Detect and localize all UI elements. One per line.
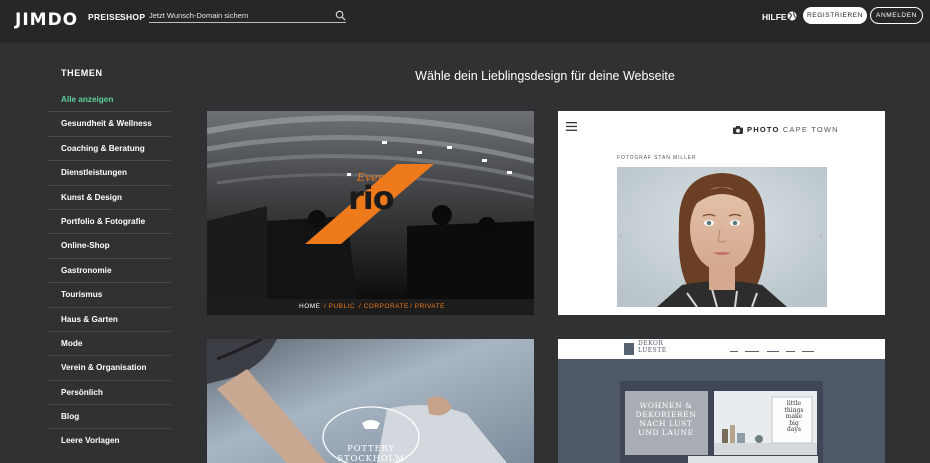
dekor-hero-line: NACH LUST <box>639 419 693 428</box>
category-item[interactable]: Gesundheit & Wellness <box>48 112 171 137</box>
frame-text-line: days <box>787 426 801 434</box>
category-item-all[interactable]: Alle anzeigen <box>48 88 171 113</box>
portrait-photo <box>617 167 827 307</box>
rio-nav-private: / PRIVATE <box>410 303 445 310</box>
dekor-hero-line: UND LAUNE <box>638 428 694 437</box>
pottery-brand: POTTERY STOCKHOLM <box>337 444 405 463</box>
jimdo-logo[interactable]: JIMDO <box>15 10 78 30</box>
dekor-menu-item <box>745 351 759 352</box>
category-item[interactable]: Gastronomie <box>48 259 171 284</box>
nav-link-preise[interactable]: PREISE <box>88 12 121 22</box>
domain-search-input[interactable] <box>149 9 329 22</box>
category-item[interactable]: Leere Vorlagen <box>48 429 171 453</box>
dekor-logo-icon <box>624 343 634 355</box>
top-navigation-bar: JIMDO PREISE SHOP HILFE REGISTRIEREN ANM… <box>0 0 930 43</box>
search-icon[interactable] <box>335 10 346 21</box>
help-link[interactable]: HILFE <box>762 12 787 22</box>
category-item[interactable]: Coaching & Beratung <box>48 137 171 162</box>
category-item[interactable]: Portfolio & Fotografie <box>48 210 171 235</box>
category-item[interactable]: Mode <box>48 332 171 357</box>
carousel-next-icon[interactable]: › <box>820 234 822 240</box>
rio-nav-home: HOME <box>299 303 321 310</box>
dekor-logo-line2: LUESTE <box>638 346 667 354</box>
category-item[interactable]: Persönlich <box>48 381 171 406</box>
page-title: Wähle dein Lieblingsdesign für deine Web… <box>415 69 675 83</box>
capetown-brand: PHOTO CAPE TOWN <box>747 125 839 134</box>
domain-search <box>149 9 346 23</box>
category-item[interactable]: Kunst & Design <box>48 186 171 210</box>
globe-icon[interactable] <box>787 11 797 21</box>
carousel-prev-icon[interactable]: ‹ <box>620 234 622 240</box>
login-button[interactable]: ANMELDEN <box>870 7 923 24</box>
dekor-header: DEKOR LUESTE <box>558 339 885 359</box>
category-item[interactable]: Tourismus <box>48 283 171 308</box>
category-item[interactable]: Blog <box>48 405 171 430</box>
rio-nav-corporate: / CORPORATE <box>359 303 409 310</box>
dekor-hero-text: WOHNEN & DEKORIEREN NACH LUST UND LAUNE <box>626 401 706 437</box>
dekor-menu-item <box>730 351 738 352</box>
camera-icon <box>733 126 743 134</box>
category-item[interactable]: Online-Shop <box>48 234 171 259</box>
dekor-logo: DEKOR LUESTE <box>638 340 667 354</box>
category-item[interactable]: Haus & Garten <box>48 308 171 332</box>
rio-template-nav: HOME / PUBLIC / CORPORATE / PRIVATE <box>207 299 534 315</box>
template-card-rio[interactable]: Events rio HOME / PUBLIC / CORPORATE / P… <box>207 111 534 315</box>
dekor-menu-item <box>802 351 814 352</box>
dekor-frame-text: little things make big days <box>775 400 813 434</box>
sidebar-title: THEMEN <box>61 68 103 78</box>
dekor-hero-line: DEKORIEREN <box>635 410 697 419</box>
rio-logo: rio <box>348 179 395 217</box>
hamburger-menu-icon <box>566 122 577 131</box>
dekor-hero-line: WOHNEN & <box>639 401 693 410</box>
dekor-content-strip <box>688 456 818 463</box>
category-item[interactable]: Dienstleistungen <box>48 161 171 186</box>
dekor-menu-item <box>767 351 779 352</box>
rio-nav-public: / PUBLIC <box>324 303 356 310</box>
template-card-dekor[interactable]: DEKOR LUESTE WOHNEN & DEKORIEREN NACH LU… <box>558 339 885 463</box>
capetown-brand-light: CAPE TOWN <box>782 125 839 134</box>
dekor-menu-item <box>786 351 795 352</box>
category-item[interactable]: Verein & Organisation <box>48 356 171 381</box>
category-list: Alle anzeigen Gesundheit & Wellness Coac… <box>48 88 171 454</box>
register-button[interactable]: REGISTRIEREN <box>803 7 867 24</box>
photographer-label: FOTOGRAF STAN MILLER <box>617 155 697 161</box>
nav-link-shop[interactable]: SHOP <box>120 12 145 22</box>
template-card-pottery-stockholm[interactable]: POTTERY STOCKHOLM <box>207 339 534 463</box>
capetown-brand-bold: PHOTO <box>747 125 780 134</box>
template-card-photo-capetown[interactable]: PHOTO CAPE TOWN FOTOGRAF STAN MILLER ‹ › <box>558 111 885 315</box>
